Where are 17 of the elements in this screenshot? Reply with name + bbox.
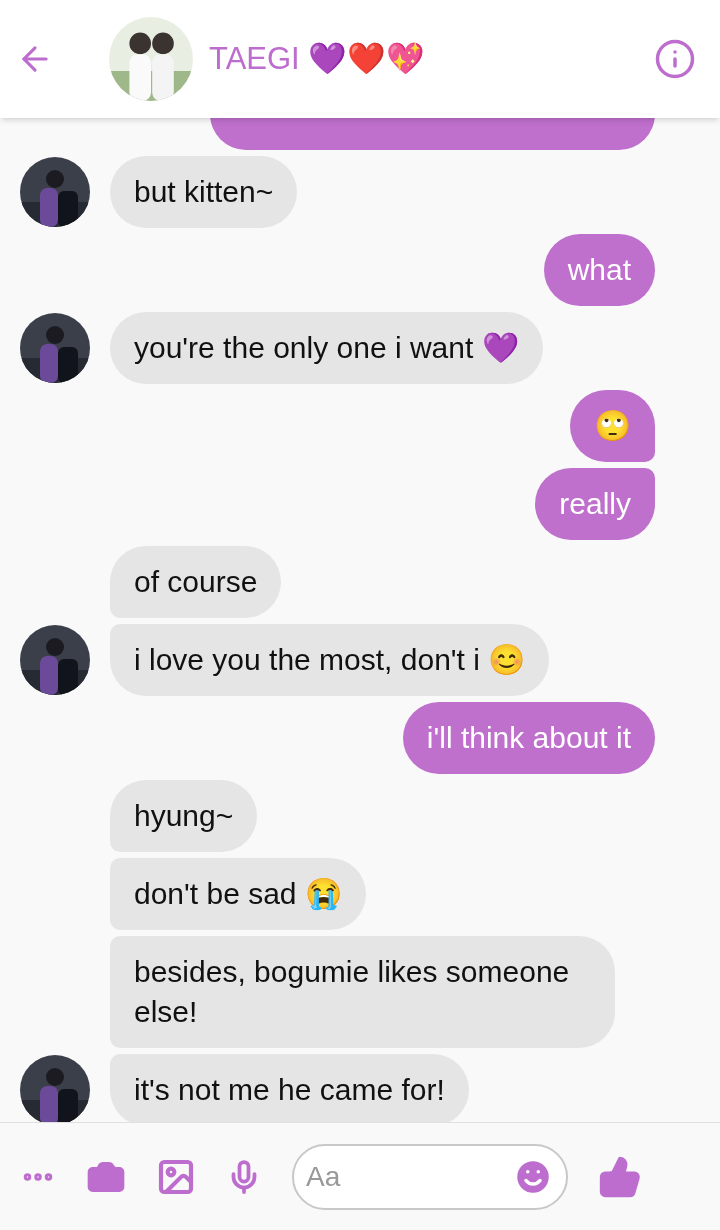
received-message: of course [110,546,282,618]
info-icon[interactable] [654,38,696,80]
sent-message: what [543,234,655,306]
sent-message: 🙄 [570,390,655,462]
message-input[interactable]: Aa [306,1155,512,1198]
received-message: but kitten~ [110,156,298,228]
sent-message: i'll think about it [402,702,655,774]
chat-title: TAEGI 💜❤💖 [209,39,426,78]
message-field[interactable]: Aa [292,1143,568,1210]
received-message: besides, bogumie likes someone else! [110,936,615,1048]
received-message: hyung~ [110,780,258,852]
received-message: don't be sad 😭 [110,858,366,930]
received-message: it's not me he came for! [110,1054,469,1122]
sent-message: really [535,468,655,540]
received-message: i love you the most, don't i 😊 [110,624,550,696]
received-message: you're the only one i want 💜 [110,312,543,384]
thumbs-up-icon[interactable] [598,1154,642,1199]
